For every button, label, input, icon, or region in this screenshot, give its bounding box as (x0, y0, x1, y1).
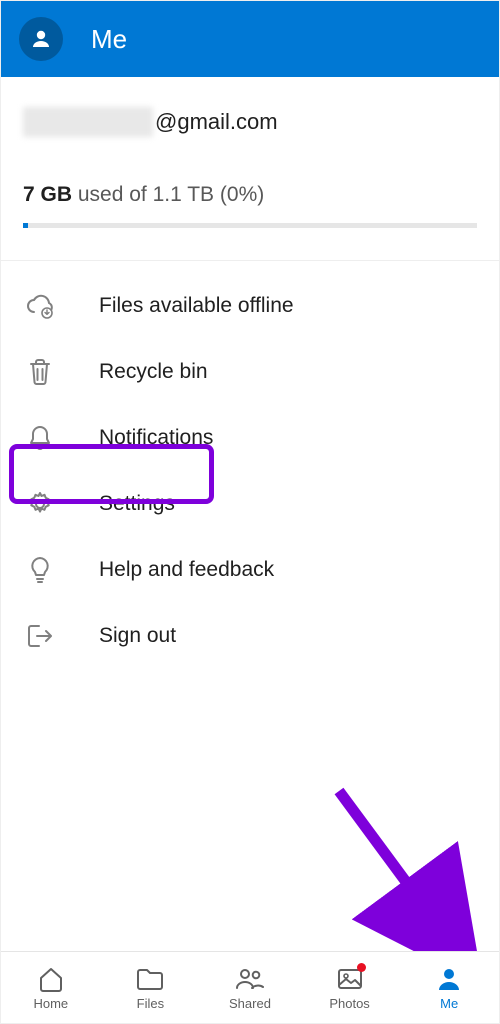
menu-item-help[interactable]: Help and feedback (1, 537, 499, 603)
storage-progress-bar (23, 223, 477, 228)
bell-icon (25, 423, 55, 453)
account-section: @gmail.com (1, 77, 499, 145)
home-icon (36, 964, 66, 994)
nav-home[interactable]: Home (1, 952, 101, 1023)
email-suffix: @gmail.com (155, 109, 278, 135)
menu-label-signout: Sign out (99, 624, 176, 648)
nav-label-photos: Photos (329, 996, 369, 1011)
nav-shared[interactable]: Shared (200, 952, 300, 1023)
menu-list: Files available offline Recycle bin Noti… (1, 261, 499, 681)
nav-label-files: Files (137, 996, 164, 1011)
folder-icon (135, 964, 165, 994)
lightbulb-icon (25, 555, 55, 585)
app-header: Me (1, 1, 499, 77)
people-icon (235, 964, 265, 994)
menu-label-help: Help and feedback (99, 558, 274, 582)
menu-item-offline[interactable]: Files available offline (1, 273, 499, 339)
storage-usage-text: 7 GB used of 1.1 TB (0%) (23, 183, 477, 207)
nav-me[interactable]: Me (399, 952, 499, 1023)
cloud-offline-icon (25, 291, 55, 321)
trash-icon (25, 357, 55, 387)
nav-label-home: Home (33, 996, 68, 1011)
menu-label-recycle: Recycle bin (99, 360, 208, 384)
bottom-navigation: Home Files Shared Photos M (1, 951, 499, 1023)
menu-label-settings: Settings (99, 492, 175, 516)
storage-section: 7 GB used of 1.1 TB (0%) (1, 145, 499, 242)
menu-item-signout[interactable]: Sign out (1, 603, 499, 669)
photos-icon (335, 964, 365, 994)
redacted-email-name (23, 107, 153, 137)
page-title: Me (91, 24, 127, 55)
menu-label-offline: Files available offline (99, 294, 294, 318)
notification-dot (357, 963, 366, 972)
gear-icon (25, 489, 55, 519)
nav-label-me: Me (440, 996, 458, 1011)
storage-used-value: 7 GB (23, 183, 72, 206)
avatar-icon[interactable] (19, 17, 63, 61)
menu-item-settings[interactable]: Settings (1, 471, 499, 537)
nav-label-shared: Shared (229, 996, 271, 1011)
menu-item-recycle[interactable]: Recycle bin (1, 339, 499, 405)
nav-files[interactable]: Files (101, 952, 201, 1023)
menu-label-notifications: Notifications (99, 426, 213, 450)
signout-icon (25, 621, 55, 651)
nav-photos[interactable]: Photos (300, 952, 400, 1023)
storage-progress-fill (23, 223, 28, 228)
menu-item-notifications[interactable]: Notifications (1, 405, 499, 471)
person-icon (434, 964, 464, 994)
